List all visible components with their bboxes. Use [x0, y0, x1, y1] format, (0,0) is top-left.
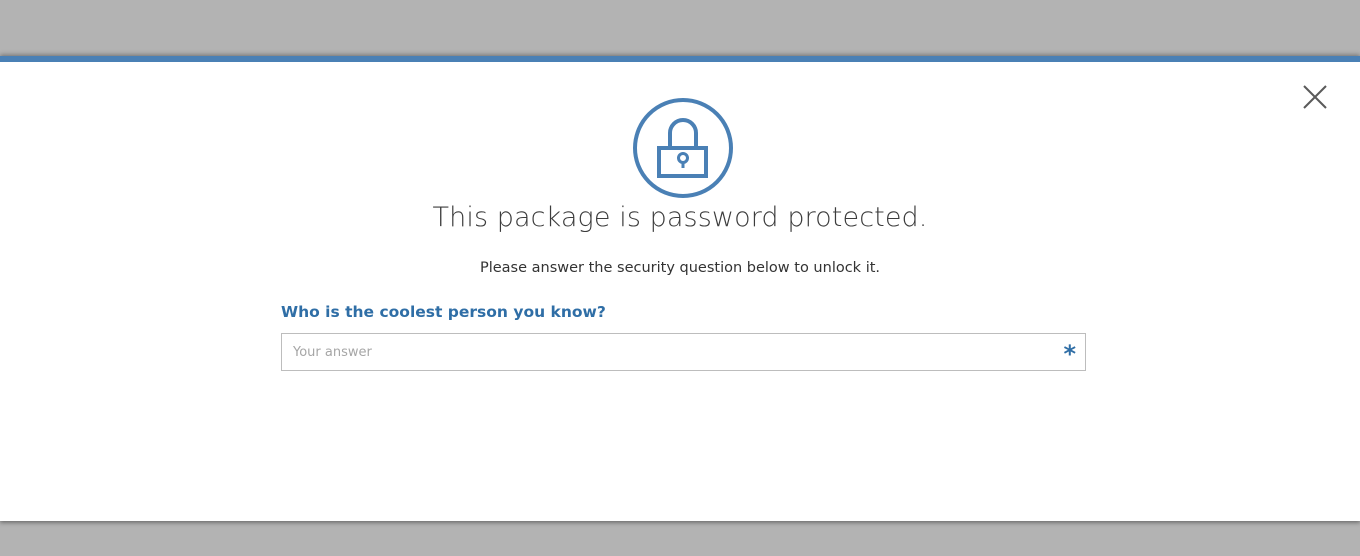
lock-icon [632, 97, 734, 199]
close-icon [1303, 85, 1327, 109]
answer-input[interactable] [282, 334, 1042, 370]
password-dialog: This package is password protected. Plea… [0, 56, 1360, 521]
answer-field-container: * [281, 333, 1086, 371]
required-indicator: * [1063, 340, 1076, 368]
security-question-label: Who is the coolest person you know? [281, 303, 606, 321]
dialog-subtitle: Please answer the security question belo… [479, 260, 881, 276]
close-button[interactable] [1300, 82, 1330, 112]
dialog-title: This package is password protected. [432, 202, 928, 233]
